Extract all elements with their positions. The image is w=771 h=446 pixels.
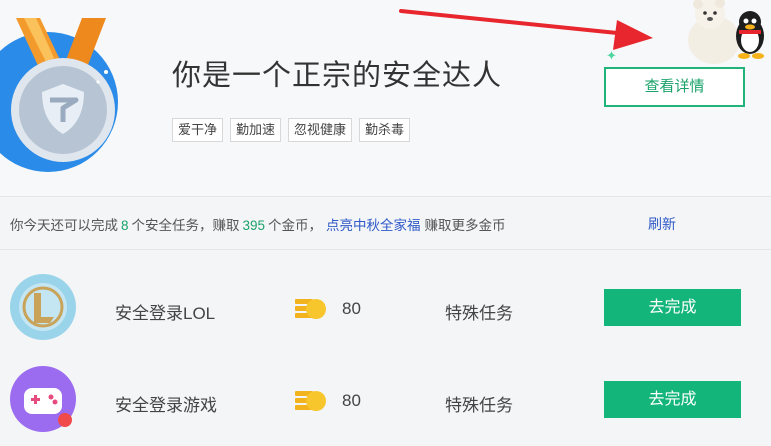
complete-task-button[interactable]: 去完成 — [604, 381, 741, 418]
task-summary: 你今天还可以完成 8 个安全任务，赚取 395 个金币， 点亮中秋全家福 赚取更多金币 — [10, 214, 506, 234]
view-details-button[interactable]: 查看详情 — [604, 67, 745, 107]
task-row: 安全登录游戏 80 特殊任务 去完成 — [0, 354, 771, 446]
mascot-bear-penguin-icon — [688, 0, 764, 64]
summary-suffix: 个金币， — [268, 218, 323, 233]
mid-autumn-link[interactable]: 点亮中秋全家福 — [326, 218, 421, 233]
coin-icon — [295, 299, 326, 319]
summary-tail: 赚取更多金币 — [424, 218, 506, 233]
task-name: 安全登录游戏 — [115, 396, 217, 415]
coin-count: 395 — [242, 218, 266, 233]
task-info-bar: 你今天还可以完成 8 个安全任务，赚取 395 个金币， 点亮中秋全家福 赚取更多金币 刷新 — [0, 197, 771, 249]
remaining-task-count: 8 — [121, 218, 129, 233]
tag-list: 爱干净 勤加速 忽视健康 勤杀毒 — [172, 118, 411, 142]
summary-prefix: 你今天还可以完成 — [10, 218, 118, 233]
coin-icon — [295, 391, 326, 411]
profile-header: 你是一个正宗的安全达人 爱干净 勤加速 忽视健康 勤杀毒 ✦ 查看详情 — [0, 0, 771, 196]
tag-item: 忽视健康 — [288, 118, 353, 142]
tag-item: 爱干净 — [172, 118, 224, 142]
medal-icon — [0, 18, 118, 172]
task-row: 安全登录LOL 80 特殊任务 去完成 — [0, 262, 771, 354]
gamepad-icon — [10, 366, 76, 432]
task-type: 特殊任务 — [445, 396, 513, 415]
tag-item: 勤加速 — [230, 118, 282, 142]
refresh-link[interactable]: 刷新 — [648, 214, 676, 234]
lol-icon — [10, 274, 76, 340]
coin-reward: 80 — [342, 391, 361, 410]
coin-reward: 80 — [342, 299, 361, 318]
complete-task-button[interactable]: 去完成 — [604, 289, 741, 326]
divider — [0, 249, 771, 250]
task-name: 安全登录LOL — [115, 304, 216, 323]
task-type: 特殊任务 — [445, 304, 513, 323]
summary-middle: 个安全任务，赚取 — [131, 218, 240, 233]
red-arrow-annotation — [399, 9, 653, 50]
tag-item: 勤杀毒 — [359, 118, 411, 142]
